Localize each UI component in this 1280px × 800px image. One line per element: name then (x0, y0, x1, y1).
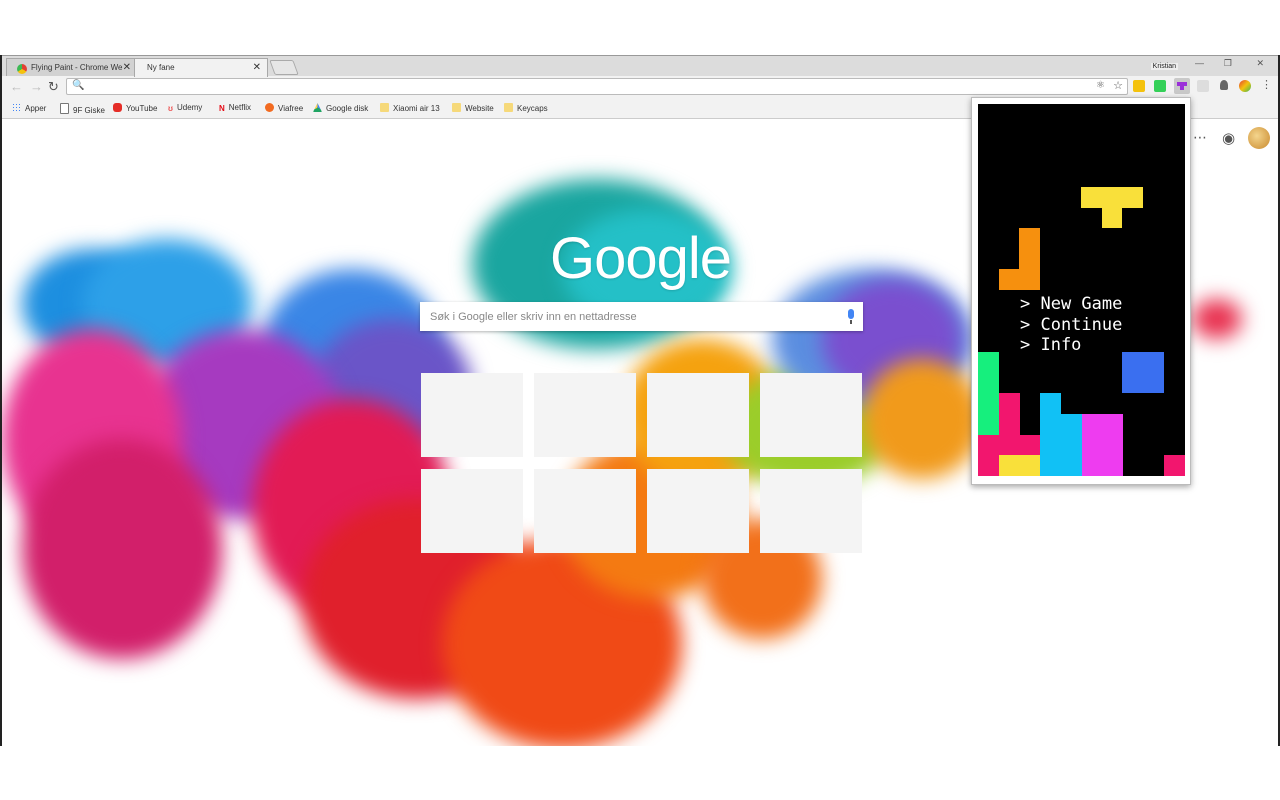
extension-tetris-active-icon[interactable] (1174, 78, 1190, 94)
most-visited-tile[interactable] (647, 469, 749, 553)
microphone-icon[interactable] (848, 309, 854, 324)
menu-icon[interactable]: ⋮ (1261, 78, 1272, 91)
most-visited-tile[interactable] (421, 373, 523, 457)
block-blue (1122, 352, 1164, 393)
block-pink (999, 393, 1020, 435)
menu-info[interactable]: > Info (1020, 335, 1122, 356)
tetromino-l-orange (1019, 228, 1040, 290)
search-input[interactable] (428, 302, 832, 331)
tab-title: Flying Paint - Chrome We (31, 63, 123, 72)
tetris-extension-popup: > New Game > Continue > Info (971, 97, 1191, 485)
block-green (978, 352, 999, 435)
udemy-icon: ʊ (168, 104, 173, 113)
bookmark-keycaps[interactable]: Keycaps (504, 103, 548, 113)
drive-icon (313, 103, 322, 112)
extension-color-icon[interactable] (1239, 80, 1251, 92)
bookmark-star-icon[interactable]: ☆ (1113, 79, 1123, 92)
most-visited-tile[interactable] (534, 469, 636, 553)
most-visited-tile[interactable] (647, 373, 749, 457)
bookmark-youtube[interactable]: YouTube (113, 103, 157, 113)
bookmark-viafree[interactable]: Viafree (265, 103, 303, 113)
restore-icon[interactable]: ❐ (1224, 58, 1232, 69)
folder-icon (504, 103, 513, 112)
most-visited-tile[interactable] (534, 373, 636, 457)
block-cyan (1040, 393, 1061, 476)
bookmark-google-disk[interactable]: Google disk (313, 103, 368, 113)
folder-icon (380, 103, 389, 112)
tab-flying-paint[interactable]: Flying Paint - Chrome We ✕ (6, 58, 138, 77)
netflix-icon: N (219, 104, 225, 113)
close-icon[interactable]: ✕ (123, 62, 131, 73)
bookmark-xiaomi-air-13[interactable]: Xiaomi air 13 (380, 103, 440, 113)
notifications-icon[interactable]: ◉ (1222, 129, 1235, 147)
close-icon[interactable]: ✕ (253, 62, 261, 73)
bookmark-9f-giske[interactable]: 9F Giske (60, 103, 105, 115)
menu-new-game[interactable]: > New Game (1020, 294, 1122, 315)
bookmark-udemy[interactable]: ʊ Udemy (168, 103, 202, 113)
game-menu: > New Game > Continue > Info (1020, 294, 1122, 356)
extension-notes-icon[interactable] (1133, 80, 1145, 92)
back-icon[interactable]: ← (10, 79, 23, 94)
minimize-icon[interactable]: — (1195, 58, 1204, 68)
block-magenta (1082, 414, 1123, 476)
translate-icon[interactable]: ⚛ (1096, 80, 1105, 91)
apps-grid-icon[interactable]: ⋯ (1193, 129, 1207, 146)
tetromino-t-yellow-stem (1102, 208, 1122, 228)
search-icon: 🔍 (72, 80, 85, 91)
bookmark-website[interactable]: Website (452, 103, 494, 113)
reload-icon[interactable]: ↻ (48, 79, 59, 95)
viafree-icon (265, 103, 274, 112)
menu-continue[interactable]: > Continue (1020, 315, 1122, 336)
profile-name[interactable]: Kristian (1150, 63, 1178, 70)
toolbar: ← → ↻ 🔍 ⚛ ☆ ⋮ (2, 76, 1278, 98)
block-yellow (999, 455, 1040, 476)
extension-frog-icon[interactable] (1154, 80, 1166, 92)
forward-icon[interactable]: → (30, 79, 43, 94)
tab-new-tab[interactable]: Ny fane ✕ (134, 58, 268, 77)
extension-grey-icon[interactable] (1197, 80, 1209, 92)
most-visited-tile[interactable] (421, 469, 523, 553)
tab-strip: Flying Paint - Chrome We ✕ Ny fane ✕ Kri… (2, 55, 1278, 77)
chrome-web-store-icon (17, 64, 27, 74)
address-bar[interactable]: 🔍 ⚛ ☆ (66, 78, 1128, 95)
block-pink-corner (1164, 455, 1185, 476)
folder-icon (452, 103, 461, 112)
bookmark-netflix[interactable]: N Netflix (219, 103, 251, 113)
extension-lightbulb-icon[interactable] (1220, 80, 1228, 90)
page-icon (60, 103, 69, 114)
bookmark-apper[interactable]: Apper (12, 103, 46, 113)
most-visited-tile[interactable] (760, 469, 862, 553)
avatar[interactable] (1248, 127, 1270, 149)
new-tab-button[interactable] (269, 60, 299, 75)
apps-icon (12, 103, 21, 112)
block-cyan-2 (1061, 414, 1082, 476)
close-window-icon[interactable]: ✕ (1256, 58, 1264, 69)
google-logo: Google (550, 226, 732, 291)
tetris-game-board: > New Game > Continue > Info (978, 104, 1185, 476)
search-box[interactable] (420, 302, 863, 331)
youtube-icon (113, 103, 122, 112)
tab-title: Ny fane (147, 63, 175, 72)
most-visited-tile[interactable] (760, 373, 862, 457)
tetromino-t-yellow (1081, 187, 1143, 208)
tetromino-l-orange-foot (999, 269, 1020, 290)
